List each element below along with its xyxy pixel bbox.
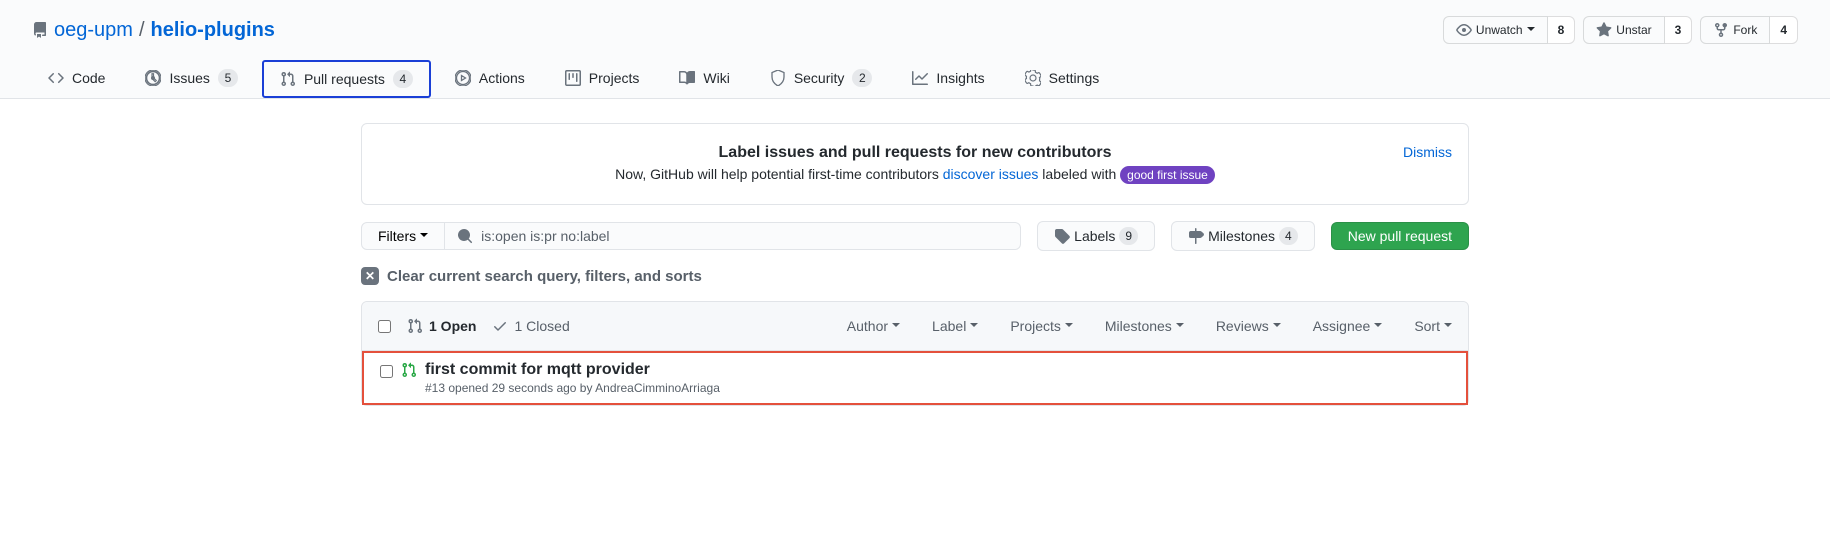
star-icon [1596,22,1612,38]
forks-count[interactable]: 4 [1770,16,1798,44]
fork-button[interactable]: Fork [1700,16,1770,44]
graph-icon [912,70,928,86]
play-icon [455,70,471,86]
labels-button[interactable]: Labels 9 [1037,221,1155,251]
search-icon [457,228,473,244]
pulls-count: 4 [393,70,413,88]
pr-title-link[interactable]: first commit for mqtt provider [425,361,650,379]
discover-issues-link[interactable]: discover issues [943,166,1039,182]
breadcrumb: oeg-upm / helio-plugins [32,19,275,42]
filter-author[interactable]: Author [847,318,900,334]
tab-wiki[interactable]: Wiki [663,60,745,98]
select-pr-checkbox[interactable] [380,365,393,378]
closed-prs-link[interactable]: 1 Closed [492,318,569,334]
fork-icon [1713,22,1729,38]
tab-insights[interactable]: Insights [896,60,1000,98]
tag-icon [1054,228,1070,244]
tab-settings[interactable]: Settings [1009,60,1116,98]
select-all-checkbox[interactable] [378,320,391,333]
book-icon [679,70,695,86]
check-icon [492,318,508,334]
pull-request-icon [407,318,423,334]
tab-pull-requests[interactable]: Pull requests 4 [262,60,431,98]
unstar-button[interactable]: Unstar [1583,16,1664,44]
pr-meta: #13 opened 29 seconds ago by AndreaCimmi… [401,381,1450,395]
pull-request-open-icon [401,362,417,378]
pull-request-icon [280,71,296,87]
new-pull-request-button[interactable]: New pull request [1331,222,1469,250]
clear-filters-link[interactable]: ✕ Clear current search query, filters, a… [361,267,1469,285]
repo-icon [32,22,48,38]
notice-title: Label issues and pull requests for new c… [378,144,1452,162]
gear-icon [1025,70,1041,86]
watchers-count[interactable]: 8 [1548,16,1576,44]
owner-link[interactable]: oeg-upm [54,19,133,42]
security-count: 2 [852,69,872,87]
code-icon [48,70,64,86]
milestone-icon [1188,228,1204,244]
repo-link[interactable]: helio-plugins [151,19,275,42]
filter-reviews[interactable]: Reviews [1216,318,1281,334]
filter-sort[interactable]: Sort [1414,318,1452,334]
filter-milestones[interactable]: Milestones [1105,318,1184,334]
filters-button[interactable]: Filters [361,222,445,250]
chevron-down-icon [420,233,428,241]
eye-icon [1456,22,1472,38]
issue-icon [145,70,161,86]
chevron-down-icon [1527,27,1535,35]
issues-count: 5 [218,69,238,87]
tab-security[interactable]: Security 2 [754,60,889,98]
filter-label[interactable]: Label [932,318,978,334]
tab-actions[interactable]: Actions [439,60,541,98]
search-input-wrapper[interactable] [445,222,1021,250]
shield-icon [770,70,786,86]
filter-assignee[interactable]: Assignee [1313,318,1383,334]
search-input[interactable] [481,228,1008,244]
tab-issues[interactable]: Issues 5 [129,60,253,98]
milestones-button[interactable]: Milestones 4 [1171,221,1315,251]
unwatch-button[interactable]: Unwatch [1443,16,1548,44]
dismiss-link[interactable]: Dismiss [1403,144,1452,160]
project-icon [565,70,581,86]
pr-row[interactable]: first commit for mqtt provider #13 opene… [362,351,1468,405]
open-prs-link[interactable]: 1 Open [407,318,476,334]
tab-code[interactable]: Code [32,60,121,98]
good-first-issue-label[interactable]: good first issue [1120,166,1215,184]
tab-projects[interactable]: Projects [549,60,656,98]
contributors-notice: Dismiss Label issues and pull requests f… [361,123,1469,205]
close-icon: ✕ [361,267,379,285]
stargazers-count[interactable]: 3 [1665,16,1693,44]
filter-projects[interactable]: Projects [1010,318,1073,334]
